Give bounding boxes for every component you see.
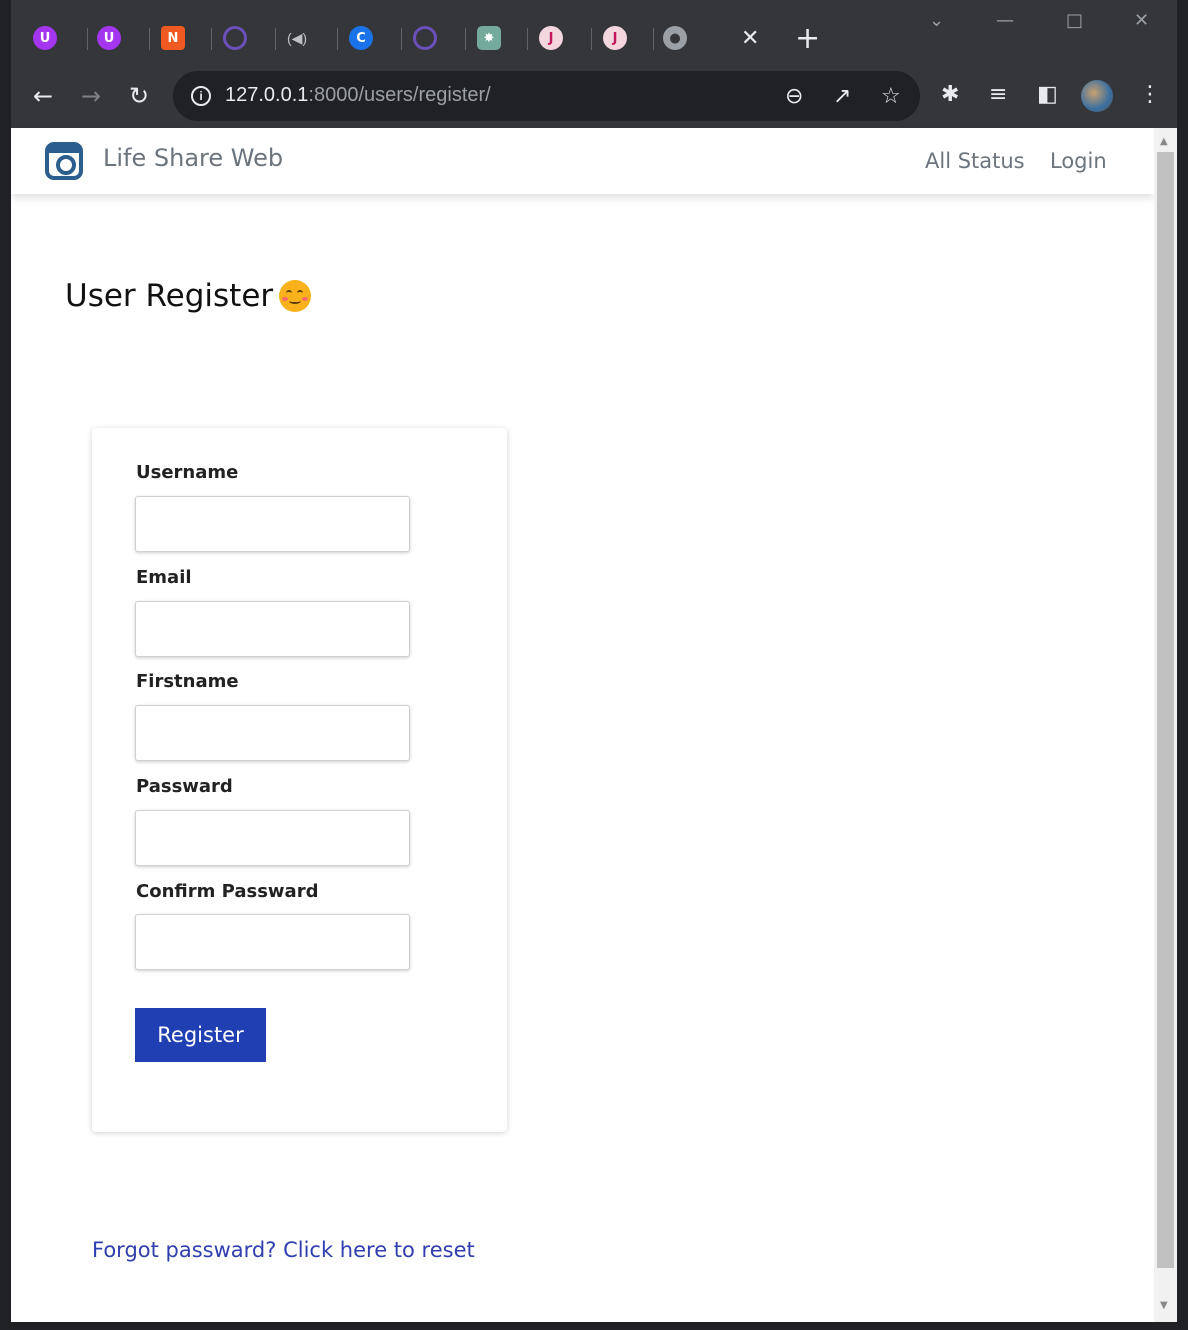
browser-tab[interactable]	[413, 20, 437, 56]
browser-tab[interactable]: C	[349, 20, 373, 56]
profile-avatar[interactable]	[1081, 80, 1113, 112]
new-tab-icon[interactable]: +	[795, 24, 820, 54]
share-icon[interactable]: ↗	[833, 84, 851, 109]
close-tab-icon[interactable]: ✕	[741, 26, 759, 50]
email-input[interactable]	[135, 601, 410, 657]
zoom-out-icon[interactable]: ⊖	[785, 84, 803, 109]
tab-strip: U U N (◀) C ✸ J J ● ✕ + ⌄ — □ ✕	[11, 0, 1177, 66]
smiling-face-icon	[279, 280, 312, 312]
browser-tab[interactable]: (◀)	[287, 20, 307, 56]
browser-tab[interactable]: J	[539, 20, 563, 56]
tab-divider	[527, 28, 528, 50]
ring-favicon-icon	[413, 26, 437, 50]
c-favicon-icon: C	[349, 26, 373, 50]
forgot-password-link[interactable]: Forgot passward? Click here to reset	[92, 1238, 475, 1262]
maximize-icon[interactable]: □	[1066, 10, 1083, 31]
address-bar[interactable]: i 127.0.0.1:8000/users/register/ ⊖ ↗ ☆	[173, 71, 920, 121]
brand-name[interactable]: Life Share Web	[103, 144, 283, 172]
instagram-logo-icon[interactable]	[45, 142, 83, 180]
register-form-card: Username Email Firstname Passward Confir…	[92, 428, 507, 1132]
register-button[interactable]: Register	[135, 1008, 266, 1062]
tab-search-icon[interactable]: ⌄	[929, 10, 944, 31]
scroll-thumb[interactable]	[1157, 152, 1174, 1268]
browser-tab[interactable]: J	[603, 20, 627, 56]
nav-link-login[interactable]: Login	[1050, 149, 1107, 173]
browser-tab[interactable]	[223, 20, 247, 56]
password-label: Passward	[136, 776, 233, 797]
bookmark-star-icon[interactable]: ☆	[881, 84, 901, 109]
udemy-favicon-icon: U	[33, 26, 57, 50]
forward-icon[interactable]: →	[81, 82, 101, 110]
site-info-icon[interactable]: i	[191, 86, 211, 106]
reload-icon[interactable]: ↻	[129, 82, 149, 110]
extensions-icon[interactable]: ✱	[941, 82, 959, 107]
media-controls-icon[interactable]: ≡	[989, 82, 1007, 107]
browser-tab[interactable]: ✸	[477, 20, 501, 56]
tab-divider	[87, 28, 88, 50]
app-favicon-icon: N	[161, 26, 185, 50]
speaker-icon: (◀)	[287, 29, 308, 46]
scroll-down-icon[interactable]: ▼	[1160, 1300, 1168, 1311]
tab-divider	[591, 28, 592, 50]
menu-kebab-icon[interactable]: ⋮	[1139, 82, 1161, 107]
confirm-password-input[interactable]	[135, 914, 410, 970]
url-text[interactable]: 127.0.0.1:8000/users/register/	[225, 84, 491, 107]
jest-favicon-icon: J	[539, 26, 563, 50]
scroll-up-icon[interactable]: ▲	[1160, 136, 1168, 147]
tab-divider	[401, 28, 402, 50]
ring-favicon-icon	[223, 26, 247, 50]
browser-toolbar: ← → ↻ i 127.0.0.1:8000/users/register/ ⊖…	[11, 64, 1177, 128]
url-path: :8000/users/register/	[308, 84, 491, 106]
back-icon[interactable]: ←	[33, 82, 53, 110]
page-scrollbar[interactable]: ▲ ▼	[1154, 128, 1177, 1322]
jest-favicon-icon: J	[603, 26, 627, 50]
page-content: Life Share Web All Status Login User Reg…	[11, 128, 1154, 1322]
tab-divider	[465, 28, 466, 50]
tab-divider	[211, 28, 212, 50]
username-input[interactable]	[135, 496, 410, 552]
site-navbar: Life Share Web All Status Login	[11, 128, 1154, 194]
email-label: Email	[136, 567, 192, 588]
page-title: User Register	[65, 278, 312, 314]
browser-tab[interactable]: N	[161, 20, 185, 56]
confirm-password-label: Confirm Passward	[136, 881, 319, 902]
firstname-input[interactable]	[135, 705, 410, 761]
url-host: 127.0.0.1	[225, 84, 309, 106]
tab-divider	[337, 28, 338, 50]
tab-divider	[275, 28, 276, 50]
globe-icon: ●	[663, 26, 687, 50]
browser-window: U U N (◀) C ✸ J J ● ✕ + ⌄ — □ ✕ ← → ↻ i …	[11, 0, 1177, 1322]
nav-link-all-status[interactable]: All Status	[925, 149, 1025, 173]
tab-divider	[149, 28, 150, 50]
chatgpt-favicon-icon: ✸	[477, 26, 501, 50]
browser-tab[interactable]: U	[97, 20, 121, 56]
minimize-icon[interactable]: —	[996, 10, 1014, 31]
page-title-text: User Register	[65, 278, 274, 314]
close-window-icon[interactable]: ✕	[1134, 10, 1149, 31]
browser-tab[interactable]: U	[33, 20, 57, 56]
udemy-favicon-icon: U	[97, 26, 121, 50]
side-panel-icon[interactable]: ◧	[1037, 82, 1058, 107]
firstname-label: Firstname	[136, 671, 239, 692]
tab-divider	[653, 28, 654, 50]
password-input[interactable]	[135, 810, 410, 866]
username-label: Username	[136, 462, 239, 483]
browser-tab[interactable]: ●	[663, 20, 687, 56]
